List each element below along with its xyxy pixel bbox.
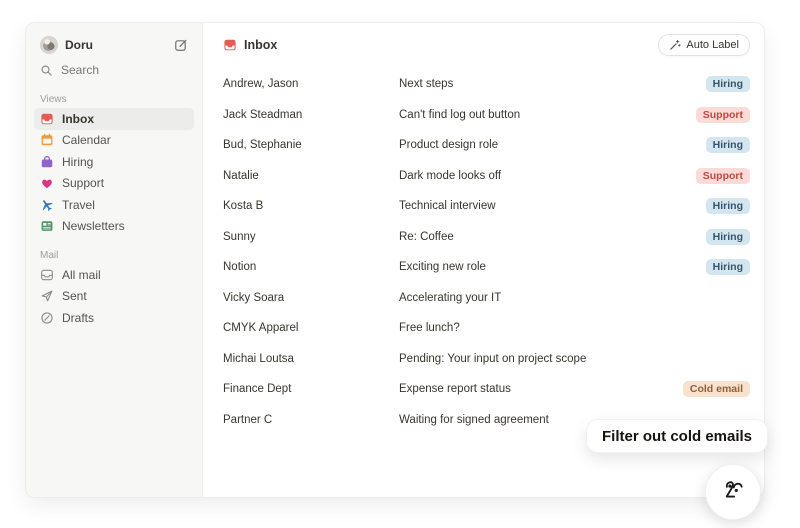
email-subject: Pending: Your input on project scope	[399, 353, 750, 365]
email-row[interactable]: Jack SteadmanCan't find log out buttonSu…	[203, 100, 764, 131]
email-subject: Product design role	[399, 139, 706, 151]
email-row[interactable]: Andrew, JasonNext stepsHiring	[203, 69, 764, 100]
search-label: Search	[61, 63, 99, 77]
email-sender: Vicky Soara	[223, 292, 399, 304]
user-name: Doru	[65, 38, 167, 52]
email-sender: Natalie	[223, 170, 399, 182]
email-subject: Dark mode looks off	[399, 170, 696, 182]
email-subject: Can't find log out button	[399, 109, 696, 121]
sidebar: Doru Search Views Inbox Calendar Hiring …	[26, 23, 203, 497]
sidebar-item-calendar[interactable]: Calendar	[34, 130, 194, 152]
email-row[interactable]: CMYK ApparelFree lunch?	[203, 313, 764, 344]
sidebar-item-hiring[interactable]: Hiring	[34, 151, 194, 173]
email-sender: Finance Dept	[223, 383, 399, 395]
filter-tooltip[interactable]: Filter out cold emails	[586, 419, 768, 453]
email-sender: Kosta B	[223, 200, 399, 212]
email-row[interactable]: Vicky SoaraAccelerating your IT	[203, 283, 764, 314]
heart-icon	[40, 176, 54, 190]
email-sender: Partner C	[223, 414, 399, 426]
sidebar-item-inbox[interactable]: Inbox	[34, 108, 194, 130]
inbox-header: Inbox Auto Label	[203, 23, 764, 66]
email-label-badge: Support	[696, 107, 750, 123]
sidebar-item-label: Travel	[62, 198, 95, 212]
section-label: Mail	[34, 250, 194, 261]
wand-icon	[669, 39, 681, 51]
email-subject: Next steps	[399, 78, 706, 90]
email-sender: Jack Steadman	[223, 109, 399, 121]
sidebar-item-label: Sent	[62, 289, 87, 303]
email-row[interactable]: SunnyRe: CoffeeHiring	[203, 222, 764, 253]
sidebar-item-label: Inbox	[62, 112, 94, 126]
section-label: Views	[34, 94, 194, 105]
email-label-badge: Hiring	[706, 76, 750, 92]
email-subject: Technical interview	[399, 200, 706, 212]
sidebar-item-label: Calendar	[62, 133, 111, 147]
email-subject: Free lunch?	[399, 322, 750, 334]
sidebar-item-label: Drafts	[62, 311, 94, 325]
inbox-icon	[40, 112, 54, 126]
plane-icon	[40, 198, 54, 212]
sidebar-item-sent[interactable]: Sent	[34, 286, 194, 308]
email-sender: Andrew, Jason	[223, 78, 399, 90]
email-label-badge: Hiring	[706, 198, 750, 214]
sidebar-item-travel[interactable]: Travel	[34, 194, 194, 216]
sidebar-item-support[interactable]: Support	[34, 173, 194, 195]
email-sender: Bud, Stephanie	[223, 139, 399, 151]
drafts-icon	[40, 311, 54, 325]
email-sender: Sunny	[223, 231, 399, 243]
email-row[interactable]: NatalieDark mode looks offSupport	[203, 161, 764, 192]
email-label-badge: Hiring	[706, 229, 750, 245]
email-label-badge: Cold email	[683, 381, 750, 397]
auto-label-button[interactable]: Auto Label	[658, 34, 750, 56]
all-mail-icon	[40, 268, 54, 282]
email-sender: Michai Loutsa	[223, 353, 399, 365]
email-row[interactable]: Bud, StephanieProduct design roleHiring	[203, 130, 764, 161]
user-menu[interactable]: Doru	[34, 33, 194, 57]
email-row[interactable]: Finance DeptExpense report statusCold em…	[203, 374, 764, 405]
page-title: Inbox	[244, 38, 277, 52]
auto-label-label: Auto Label	[686, 39, 739, 51]
email-row[interactable]: Michai LoutsaPending: Your input on proj…	[203, 344, 764, 375]
briefcase-icon	[40, 155, 54, 169]
sidebar-item-label: Newsletters	[62, 219, 125, 233]
sidebar-nav: Views Inbox Calendar Hiring Support Trav…	[34, 81, 194, 329]
inbox-icon	[223, 38, 237, 52]
email-sender: Notion	[223, 261, 399, 273]
email-label-badge: Support	[696, 168, 750, 184]
email-subject: Accelerating your IT	[399, 292, 750, 304]
email-row[interactable]: NotionExciting new roleHiring	[203, 252, 764, 283]
email-row[interactable]: Kosta BTechnical interviewHiring	[203, 191, 764, 222]
sent-icon	[40, 289, 54, 303]
email-subject: Expense report status	[399, 383, 683, 395]
search-icon	[40, 64, 53, 77]
search-button[interactable]: Search	[34, 59, 194, 81]
sidebar-item-label: All mail	[62, 268, 101, 282]
email-label-badge: Hiring	[706, 259, 750, 275]
calendar-icon	[40, 133, 54, 147]
sidebar-item-label: Hiring	[62, 155, 93, 169]
sidebar-item-newsletters[interactable]: Newsletters	[34, 216, 194, 238]
compose-icon[interactable]	[174, 38, 188, 52]
assistant-button[interactable]	[705, 464, 761, 520]
email-sender: CMYK Apparel	[223, 322, 399, 334]
email-subject: Exciting new role	[399, 261, 706, 273]
email-subject: Re: Coffee	[399, 231, 706, 243]
email-label-badge: Hiring	[706, 137, 750, 153]
sidebar-item-all-mail[interactable]: All mail	[34, 264, 194, 286]
sidebar-item-drafts[interactable]: Drafts	[34, 307, 194, 329]
newsletter-icon	[40, 219, 54, 233]
avatar	[40, 36, 58, 54]
sidebar-item-label: Support	[62, 176, 104, 190]
assistant-face-icon	[718, 475, 748, 509]
